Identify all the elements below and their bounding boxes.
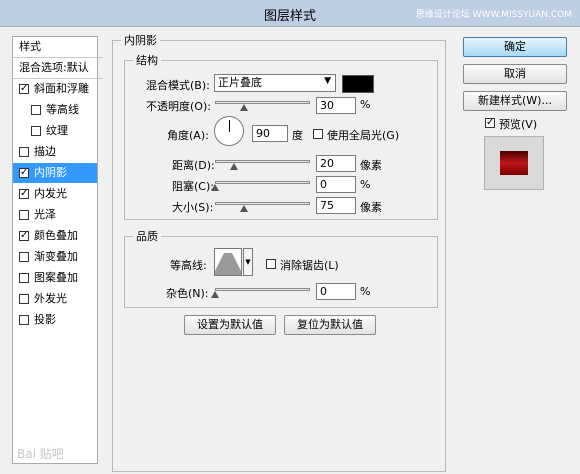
style-item[interactable]: ✓ 斜面和浮雕 [13,79,97,99]
styles-header[interactable]: 样式 [13,37,103,58]
opacity-slider-knob[interactable] [239,104,248,111]
styles-list: 样式 混合选项:默认 ✓ 斜面和浮雕等高线纹理描边 ✓ 内阴影 ✓ 内发光光泽 ✓ 颜色叠加渐… [12,36,103,464]
style-item-checkbox[interactable]: ✓ [19,84,29,94]
style-item-label: 外发光 [34,292,67,305]
contour-picker[interactable] [214,248,242,276]
noise-input[interactable]: 0 [316,283,356,300]
style-item[interactable]: 渐变叠加 [13,247,97,267]
style-item[interactable]: 图案叠加 [13,268,97,288]
cancel-button[interactable]: 取消 [463,64,567,84]
angle-unit: 度 [292,129,303,142]
preview-swatch [500,151,528,175]
blend-mode-value: 正片叠底 [218,76,262,89]
new-style-button[interactable]: 新建样式(W)... [463,91,567,111]
style-item-checkbox[interactable] [19,294,29,304]
ok-button[interactable]: 确定 [463,37,567,57]
contour-dropdown-icon[interactable]: ▼ [243,248,253,276]
noise-slider[interactable] [215,288,310,291]
style-item-checkbox[interactable] [31,126,41,136]
distance-unit: 像素 [360,159,382,172]
style-item-checkbox[interactable]: ✓ [19,231,29,241]
distance-slider-knob[interactable] [230,163,238,170]
style-item-checkbox[interactable] [19,147,29,157]
inner-shadow-title: 内阴影 [124,34,157,47]
angle-input[interactable]: 90 [252,125,288,142]
opacity-slider[interactable] [215,101,310,104]
opacity-input[interactable]: 30 [316,97,356,114]
opacity-unit: % [360,98,371,111]
blend-mode-select[interactable]: 正片叠底 ▼ [214,74,336,92]
style-item-label: 描边 [34,145,56,158]
structure-title: 结构 [136,54,158,67]
chevron-down-icon: ▼ [324,76,331,86]
style-item[interactable]: ✓ 内阴影 [13,163,97,183]
style-item-checkbox[interactable]: ✓ [19,168,29,178]
quality-title: 品质 [136,230,158,243]
angle-dial[interactable] [214,116,244,146]
distance-input[interactable]: 20 [316,155,356,172]
preview-checkbox[interactable]: ✓ [485,118,495,128]
distance-label: 距离(D): [172,159,215,172]
title-bar: 图层样式 思缘设计论坛 WWW.MISSYUAN.COM [0,0,580,27]
noise-label: 杂色(N): [166,287,209,300]
size-slider[interactable] [215,202,310,205]
antialias-checkbox[interactable] [266,259,276,269]
style-item[interactable]: 等高线 [13,100,97,120]
baidu-watermark: Bai 贴吧 [17,447,64,461]
style-item[interactable]: 光泽 [13,205,97,225]
blend-color-swatch[interactable] [342,75,374,93]
style-item[interactable]: 外发光 [13,289,97,309]
blend-options-item[interactable]: 混合选项:默认 [13,58,103,79]
style-item-label: 光泽 [34,208,56,221]
preview-thumbnail [484,136,544,190]
preview-label: 预览(V) [499,118,538,131]
noise-unit: % [360,285,371,298]
global-light-label: 使用全局光(G) [327,129,400,142]
noise-slider-knob[interactable] [211,291,219,298]
style-item-label: 纹理 [46,124,68,137]
contour-curve-icon [215,253,241,275]
choke-input[interactable]: 0 [316,176,356,193]
choke-label: 阻塞(C): [172,180,214,193]
style-item[interactable]: 描边 [13,142,97,162]
style-item-label: 斜面和浮雕 [34,82,89,95]
blend-mode-label: 混合模式(B): [146,79,210,92]
angle-label: 角度(A): [167,129,209,142]
set-default-button[interactable]: 设置为默认值 [184,315,276,335]
size-input[interactable]: 75 [316,197,356,214]
style-item[interactable]: ✓ 颜色叠加 [13,226,97,246]
style-item[interactable]: 投影 [13,310,97,330]
style-item[interactable]: ✓ 内发光 [13,184,97,204]
style-item-label: 颜色叠加 [34,229,78,242]
style-item-checkbox[interactable] [19,252,29,262]
style-item-label: 投影 [34,313,56,326]
style-item-checkbox[interactable] [19,210,29,220]
style-item-label: 等高线 [46,103,79,116]
style-item-checkbox[interactable] [19,273,29,283]
global-light-checkbox[interactable] [313,129,323,139]
style-item-checkbox[interactable] [31,105,41,115]
style-item-checkbox[interactable]: ✓ [19,189,29,199]
style-item-label: 内阴影 [34,166,67,179]
style-item-checkbox[interactable] [19,315,29,325]
style-item-label: 图案叠加 [34,271,78,284]
choke-slider-knob[interactable] [211,184,219,191]
watermark: 思缘设计论坛 WWW.MISSYUAN.COM [415,10,572,20]
size-unit: 像素 [360,201,382,214]
opacity-label: 不透明度(O): [146,100,211,113]
style-item-label: 渐变叠加 [34,250,78,263]
size-label: 大小(S): [172,201,214,214]
size-slider-knob[interactable] [239,205,248,212]
choke-slider[interactable] [215,181,310,184]
reset-default-button[interactable]: 复位为默认值 [284,315,376,335]
style-item[interactable]: 纹理 [13,121,97,141]
choke-unit: % [360,178,371,191]
antialias-label: 消除锯齿(L) [280,259,339,272]
style-item-label: 内发光 [34,187,67,200]
contour-label: 等高线: [170,259,207,272]
